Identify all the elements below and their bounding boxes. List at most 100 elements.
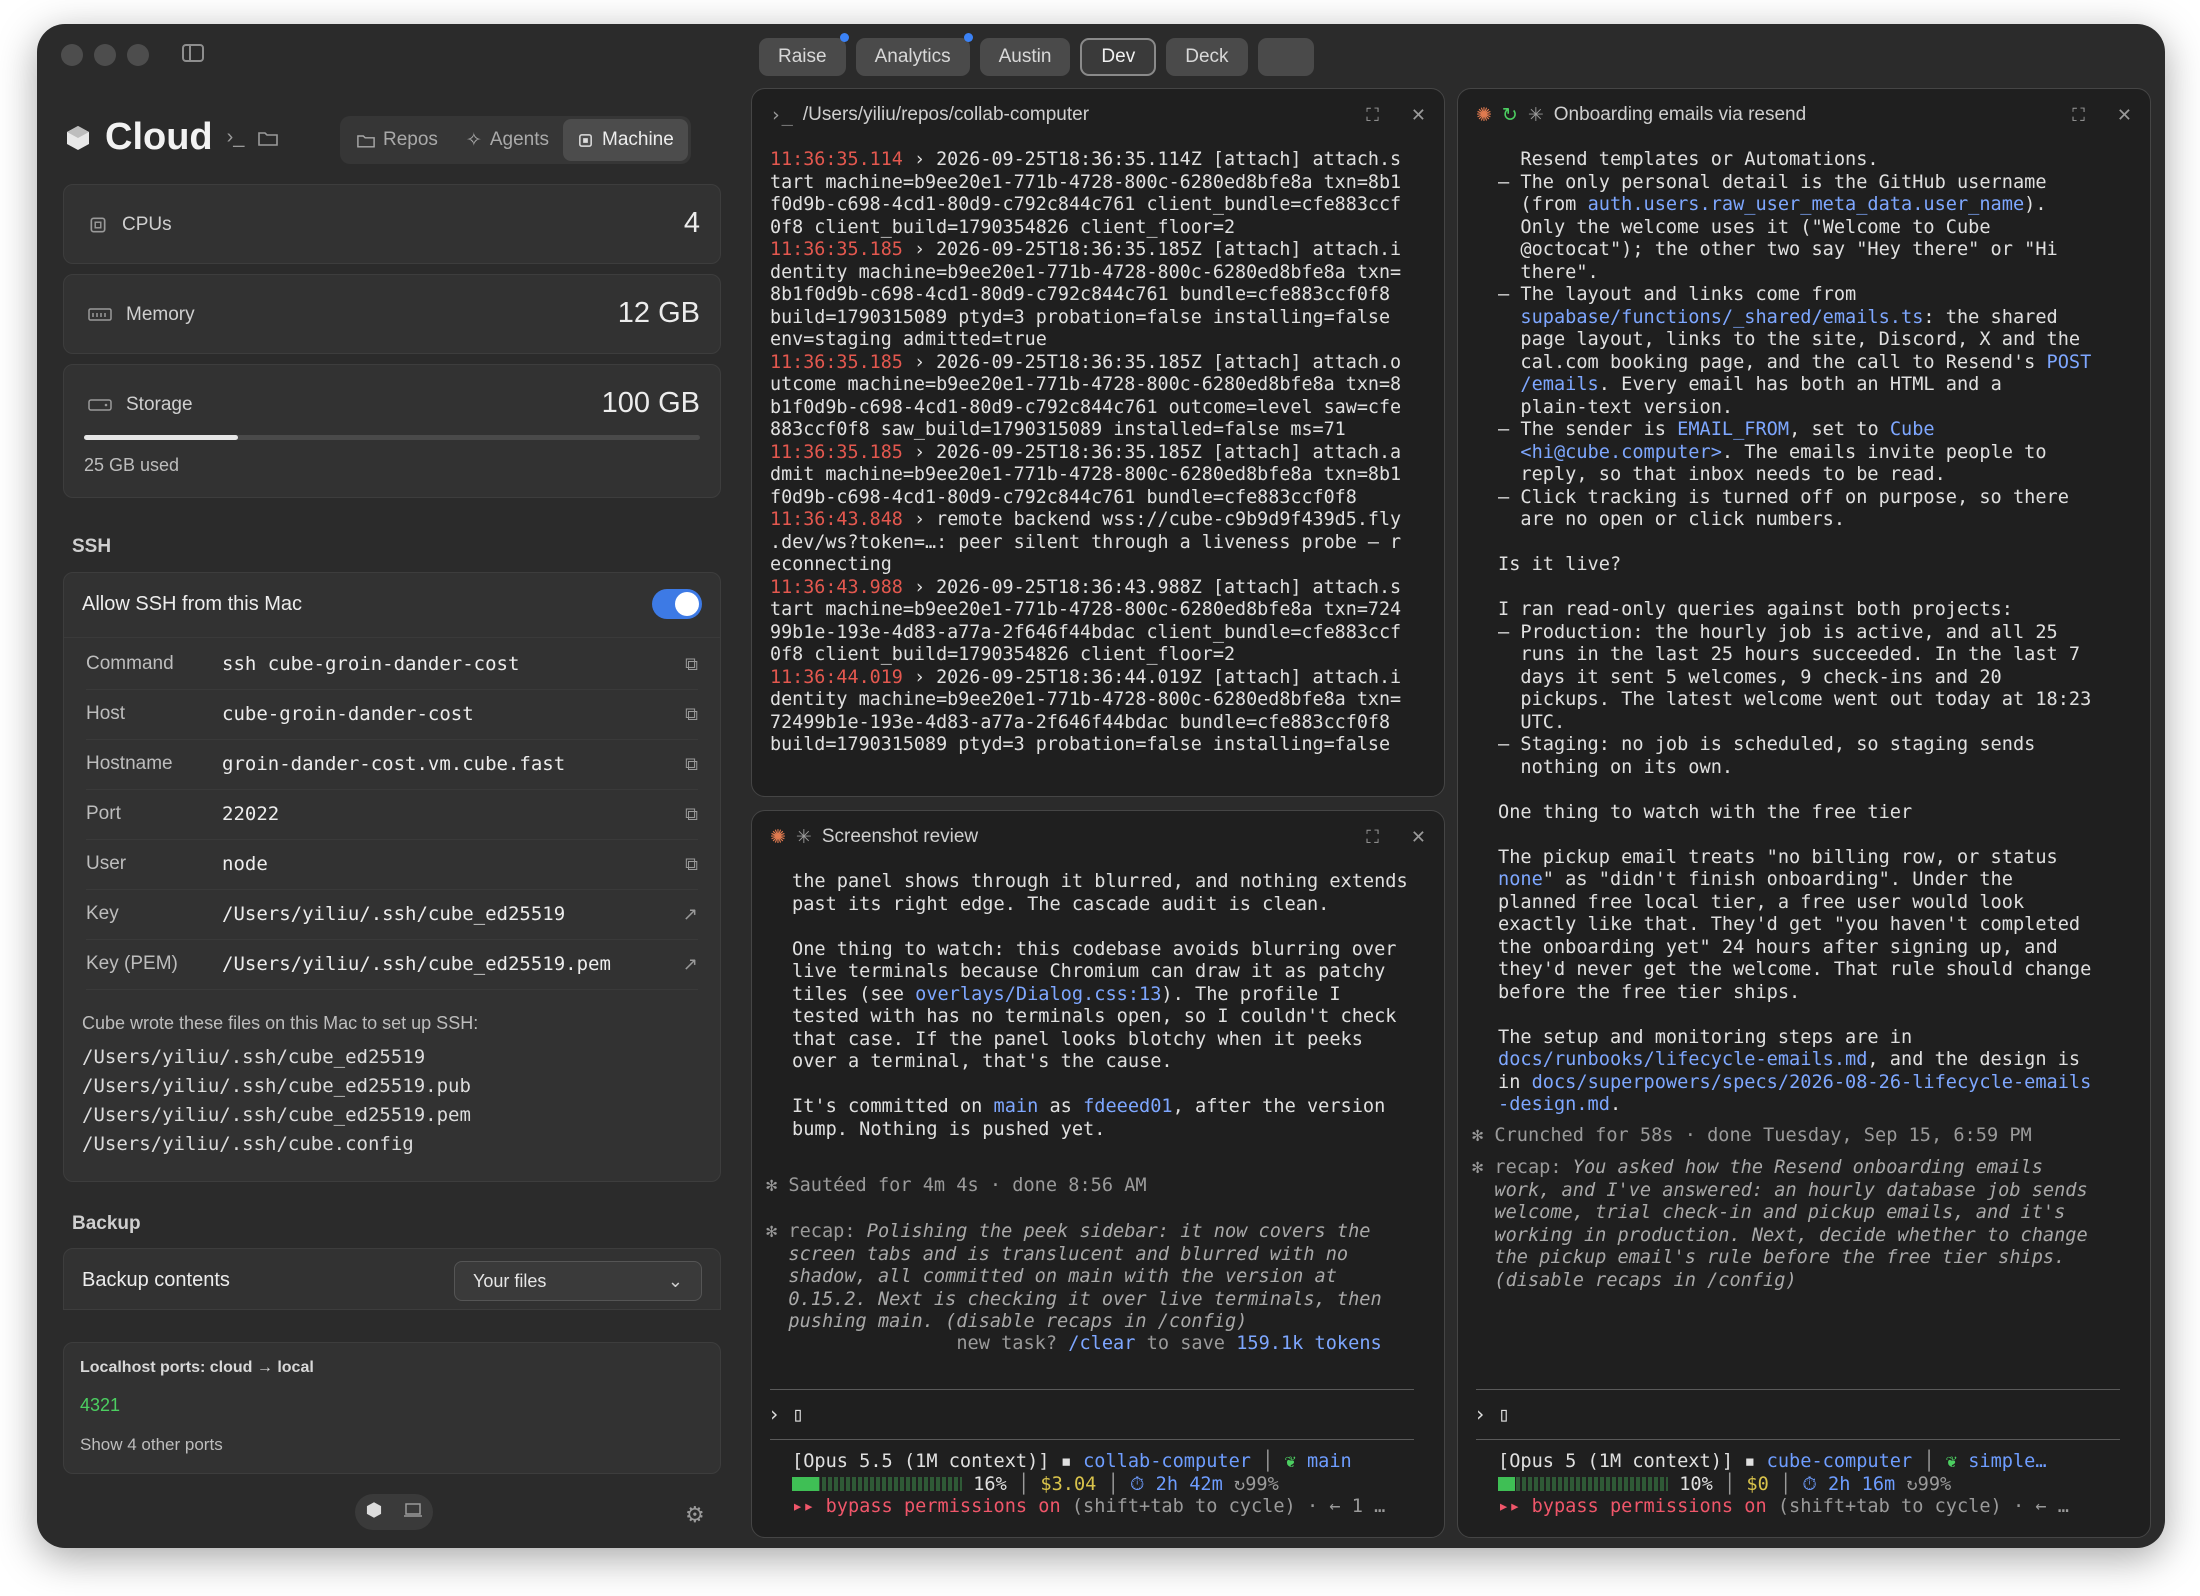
ssh-card: Allow SSH from this Mac Command ssh cube-… (63, 572, 721, 1182)
folder-icon: ▪ (1060, 1451, 1084, 1472)
file-link[interactable]: supabase/functions/_shared/emails.ts (1520, 307, 1923, 328)
cpus-value: 4 (683, 207, 700, 239)
cost: $0 (1746, 1473, 1769, 1495)
terminal-icon: ›_ (770, 104, 793, 126)
backup-contents-label: Backup contents (82, 1269, 230, 1291)
open-external-icon[interactable]: ↗ (676, 954, 698, 975)
close-icon[interactable]: ✕ (1411, 105, 1426, 126)
message-text: as (1038, 1096, 1084, 1117)
hint-text: new task? (766, 1333, 1069, 1354)
show-other-ports-link[interactable]: Show 4 other ports (80, 1435, 223, 1455)
close-icon[interactable]: ✕ (1411, 827, 1426, 848)
storage-progress-fill (84, 435, 238, 440)
ssh-files-list: /Users/yiliu/.ssh/cube_ed25519 /Users/yi… (82, 1043, 471, 1159)
screenshot-review-pane: ✺ ✳ Screenshot review ⛶ ✕ the panel show… (751, 810, 1445, 1538)
expand-icon[interactable]: ⛶ (2072, 105, 2085, 126)
copy-icon[interactable]: ⧉ (676, 854, 698, 875)
cache-rate: ↻99% (1234, 1473, 1279, 1495)
code-link[interactable]: auth.users.raw_user_meta_data.user_name (1588, 194, 2025, 215)
memory-value: 12 GB (617, 297, 700, 329)
ssh-row: Hostname groin-dander-cost.vm.cube.fast ⧉ (86, 739, 698, 790)
ssh-row-key: Command (86, 653, 174, 674)
folder-icon[interactable] (258, 130, 279, 146)
sparkle-icon: ✧ (465, 129, 482, 151)
recap: ✻ recap: Polishing the peek sidebar: it … (766, 1221, 1426, 1334)
context-percent: 10% (1668, 1473, 1713, 1495)
claude-spark-icon: ✺ (1476, 104, 1492, 126)
backup-section-title: Backup (72, 1213, 141, 1234)
file-link[interactable]: docs/superpowers/specs/2026-08-26-lifecy… (1498, 1072, 2091, 1116)
ssh-row-key: Port (86, 803, 121, 824)
ssh-row-value: /Users/yiliu/.ssh/cube_ed25519.pem (222, 953, 611, 975)
tab-dev[interactable]: Dev (1080, 38, 1157, 76)
new-task-hint: new task? /clear to save 159.1k tokens (766, 1333, 1426, 1356)
folder-icon (357, 133, 375, 148)
expand-icon[interactable]: ⛶ (1366, 105, 1379, 126)
ssh-toggle[interactable] (652, 589, 702, 619)
repo-name: cube-computer (1766, 1451, 1913, 1472)
port-link[interactable]: 4321 (80, 1395, 120, 1416)
expand-icon[interactable]: ⛶ (1366, 827, 1379, 848)
message-text: , set to (1789, 419, 1890, 440)
terminal-icon[interactable]: ›_ (227, 126, 245, 149)
drive-icon (88, 397, 112, 413)
onboarding-message: Resend templates or Automations. – The o… (1498, 149, 2132, 1117)
model-name: [Opus 5.5 (1M context)] (792, 1451, 1061, 1472)
cpus-card: CPUs 4 (63, 184, 721, 264)
cpus-label: CPUs (88, 214, 172, 236)
memory-label-text: Memory (126, 304, 195, 325)
clear-command[interactable]: /clear (1068, 1333, 1135, 1354)
tab-raise[interactable]: Raise (759, 33, 849, 76)
prompt-input[interactable]: › ▯ (1474, 1403, 2132, 1426)
segment-repos[interactable]: Repos (343, 119, 452, 161)
chip-icon (577, 132, 594, 149)
storage-progress-bar (84, 435, 700, 440)
chevron-down-icon: ⌄ (667, 1270, 683, 1291)
review-message: the panel shows through it blurred, and … (792, 871, 1426, 1141)
cube-logo-icon[interactable] (365, 1501, 383, 1524)
segment-agents[interactable]: ✧ Agents (452, 119, 563, 161)
ssh-file-path: /Users/yiliu/.ssh/cube.config (82, 1133, 414, 1155)
copy-icon[interactable]: ⧉ (676, 804, 698, 825)
ssh-row-value: ssh cube-groin-dander-cost (222, 653, 520, 675)
sync-icon: ↻ (1501, 104, 1518, 126)
file-link[interactable]: overlays/Dialog.css:13 (915, 984, 1161, 1005)
terminal-log[interactable]: 11:36:35.114 › 2026-09-25T18:36:35.114Z … (770, 149, 1426, 757)
context-bar (792, 1477, 962, 1491)
review-pane-title: Screenshot review (821, 826, 979, 847)
close-icon[interactable]: ✕ (2117, 105, 2132, 126)
copy-icon[interactable]: ⧉ (676, 704, 698, 725)
onboarding-pane-title: Onboarding emails via resend (1553, 104, 1807, 125)
copy-icon[interactable]: ⧉ (676, 754, 698, 775)
bypass-permissions: ▸▸ bypass permissions on (792, 1496, 1061, 1517)
terminal-pane-header: ›_ /Users/yiliu/repos/collab-computer ⛶ … (752, 89, 1444, 141)
ssh-file-path: /Users/yiliu/.ssh/cube_ed25519.pub (82, 1075, 471, 1097)
tab-deck[interactable]: Deck (1166, 38, 1248, 76)
laptop-icon[interactable] (403, 1502, 423, 1523)
tab-new[interactable] (1257, 38, 1314, 76)
ssh-row: User node ⧉ (86, 839, 698, 890)
cache-rate: ↻99% (1906, 1473, 1952, 1495)
ssh-row-value: cube-groin-dander-cost (222, 703, 474, 725)
tab-analytics[interactable]: Analytics (855, 33, 973, 76)
ssh-row: Command ssh cube-groin-dander-cost ⧉ (86, 639, 698, 690)
open-external-icon[interactable]: ↗ (676, 904, 698, 925)
storage-card: Storage 100 GB 25 GB used (63, 364, 721, 498)
copy-icon[interactable]: ⧉ (676, 654, 698, 675)
backup-contents-select[interactable]: Your files ⌄ (454, 1261, 702, 1301)
terminal-pane-title: /Users/yiliu/repos/collab-computer (802, 104, 1090, 125)
repo-name: collab-computer (1083, 1451, 1251, 1472)
gear-icon[interactable]: ⚙ (685, 1502, 705, 1528)
segment-machine[interactable]: Machine (563, 119, 688, 161)
sidebar-segmented-control: Repos ✧ Agents Machine (340, 116, 691, 164)
file-link[interactable]: docs/runbooks/lifecycle-emails.md (1498, 1049, 1867, 1070)
cost: $3.04 (1040, 1473, 1097, 1495)
tab-austin[interactable]: Austin (979, 38, 1071, 76)
cube-logo-icon (65, 124, 91, 152)
storage-value: 100 GB (601, 387, 700, 419)
message-text: . (1609, 1094, 1622, 1115)
context-bar (1498, 1477, 1668, 1491)
prompt-input[interactable]: › ▯ (768, 1403, 1426, 1426)
branch-icon: ❦ (1945, 1451, 1969, 1472)
ssh-row: Port 22022 ⧉ (86, 789, 698, 840)
